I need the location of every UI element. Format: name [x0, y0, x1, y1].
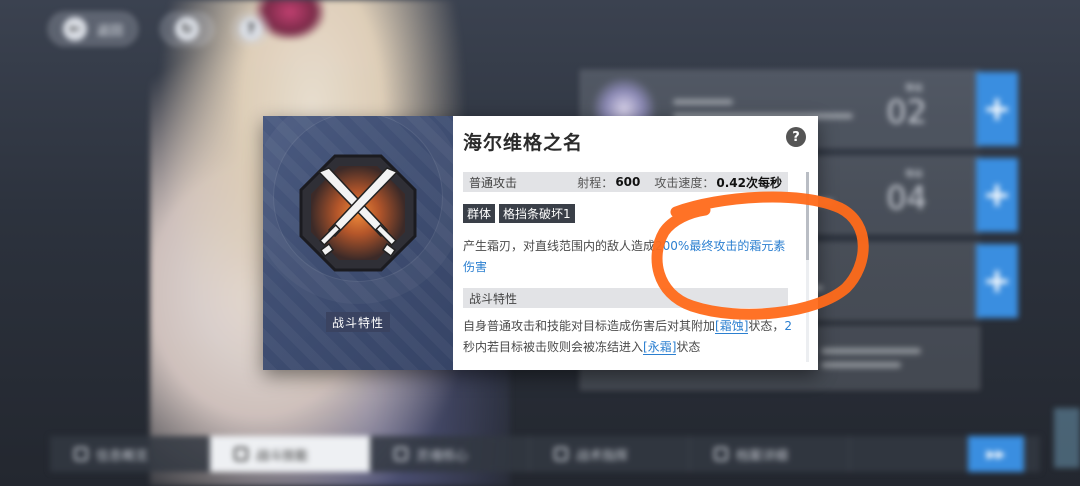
back-button-label: 返回	[97, 23, 124, 39]
tab-label: 战斗技能	[256, 448, 309, 464]
trait-text-part: 状态，	[748, 319, 785, 333]
info-icon	[74, 447, 88, 461]
refresh-icon: ↻	[175, 17, 199, 41]
tab-label: 灵魂核心	[416, 448, 469, 464]
skill-card-desc	[821, 348, 921, 354]
skill-card-desc	[821, 362, 901, 368]
skill-title: 海尔维格之名	[463, 132, 584, 154]
level-value: 04	[886, 179, 927, 217]
back-button[interactable]: ← 返回	[48, 12, 139, 46]
tab-label: 档案详细	[736, 448, 789, 464]
back-arrow-icon: ←	[63, 17, 87, 41]
skill-category-label: 战斗特性	[326, 312, 390, 332]
tab-info-overview[interactable]: 信息概览	[50, 436, 210, 472]
attack-speed-value: 0.42次每秒	[716, 175, 782, 190]
trait-text-part: 秒内若目标被击败则会被冻结进入	[463, 340, 644, 354]
stats-row: 普通攻击 射程： 600 攻击速度： 0.42次每秒	[463, 172, 788, 192]
refresh-button[interactable]: ↻	[160, 12, 214, 46]
attack-speed-label: 攻击速度：	[654, 175, 715, 190]
tag-aoe: 群体	[463, 204, 496, 223]
skill-tags: 群体 格挡条破坏1	[463, 204, 575, 223]
skill-icon-panel: 战斗特性	[263, 116, 453, 370]
trait-text-part: 自身普通攻击和技能对目标造成伤害后对其附加	[463, 319, 716, 333]
duration-highlight: 2	[784, 319, 793, 333]
upgrade-plus-button[interactable]: +	[976, 158, 1018, 232]
question-icon[interactable]: ?	[786, 127, 806, 147]
tab-tactical-command[interactable]: 战术指挥	[530, 436, 690, 472]
side-edge-tab[interactable]	[1054, 408, 1080, 468]
tab-archive[interactable]: 档案详细	[690, 436, 850, 472]
tag-guard-break: 格挡条破坏1	[499, 204, 575, 223]
archive-icon	[714, 447, 728, 461]
skill-card-title	[673, 99, 733, 105]
description-text: 产生霜刃，对直线范围内的敌人造成	[463, 239, 656, 253]
upgrade-plus-button[interactable]: +	[976, 244, 1018, 318]
tab-label: 战术指挥	[576, 448, 629, 464]
skill-description: 产生霜刃，对直线范围内的敌人造成200%最终攻击的霜元素伤害	[463, 236, 788, 278]
range-label: 射程：	[577, 175, 614, 190]
tab-soul-core[interactable]: 灵魂核心	[370, 436, 530, 472]
skill-icon	[234, 447, 248, 461]
trait-description: 自身普通攻击和技能对目标造成伤害后对其附加[霜蚀]状态，2 秒内若目标被击败则会被…	[463, 316, 793, 358]
upgrade-plus-button[interactable]: +	[976, 72, 1018, 146]
confirm-button[interactable]: ▶▶	[968, 436, 1024, 472]
attack-type: 普通攻击	[469, 175, 518, 190]
core-icon	[394, 447, 408, 461]
tab-combat-skills[interactable]: 战斗技能	[210, 436, 370, 472]
keyword-eternal-frost[interactable]: [永霜]	[643, 340, 677, 355]
trait-text-part: 状态	[676, 340, 701, 354]
tab-label: 信息概览	[96, 448, 149, 464]
question-icon: ?	[239, 17, 263, 41]
crossed-swords-icon	[299, 154, 417, 272]
level-value: 02	[886, 93, 927, 131]
range-value: 600	[615, 175, 641, 189]
keyword-frost-erosion[interactable]: [霜蚀]	[715, 319, 749, 334]
scrollbar-thumb[interactable]	[806, 172, 809, 260]
help-button[interactable]: ?	[232, 12, 270, 46]
command-icon	[554, 447, 568, 461]
bottom-tab-bar: 信息概览 战斗技能 灵魂核心 战术指挥 档案详细	[50, 436, 1040, 472]
scrollbar[interactable]	[806, 172, 809, 362]
trait-section-header: 战斗特性	[463, 288, 788, 308]
skill-detail-popup: 战斗特性 海尔维格之名 ? 普通攻击 射程： 600 攻击速度： 0.42次每秒…	[263, 116, 818, 370]
skill-info-panel: 海尔维格之名 ? 普通攻击 射程： 600 攻击速度： 0.42次每秒 群体 格…	[453, 116, 818, 370]
